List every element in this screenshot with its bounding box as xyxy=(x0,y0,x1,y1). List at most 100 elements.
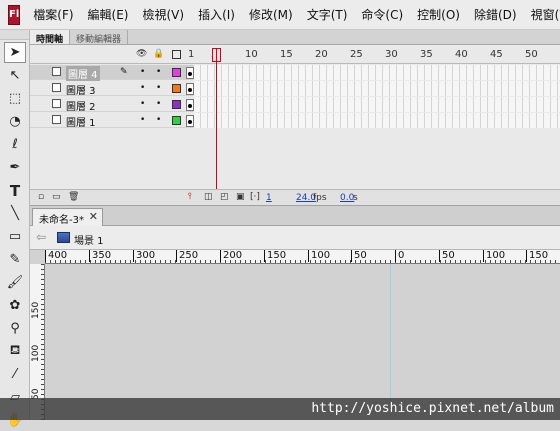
new-folder-icon[interactable]: ▭ xyxy=(52,192,61,202)
ruler-label: 350 xyxy=(89,250,111,262)
paint-bucket-tool-icon[interactable]: ⛾ xyxy=(4,341,26,362)
document-tabs: 未命名-3* ✕ xyxy=(30,205,560,226)
ruler-label: 0 xyxy=(395,250,404,262)
new-layer-icon[interactable]: ▫ xyxy=(38,192,44,202)
menu-modify[interactable]: 修改(M) xyxy=(242,6,300,23)
rectangle-tool-icon[interactable]: ▭ xyxy=(4,226,26,247)
ruler-label: 150 xyxy=(31,301,41,319)
layer-name[interactable]: 圖層 1 xyxy=(66,114,96,129)
current-frame-value[interactable]: 1 xyxy=(266,193,272,203)
tab-motion-editor[interactable]: 移動編輯器 xyxy=(70,30,129,45)
onion-skin-icon[interactable]: ◫ xyxy=(204,192,213,202)
frame-number: 45 xyxy=(490,49,503,60)
menu-text[interactable]: 文字(T) xyxy=(300,6,355,23)
visibility-dot[interactable]: • xyxy=(140,115,145,125)
visibility-dot[interactable]: • xyxy=(140,83,145,93)
scene-label[interactable]: 場景 1 xyxy=(74,232,104,247)
panel-grip[interactable] xyxy=(0,30,29,40)
layer-row[interactable]: 圖層 2 • • xyxy=(30,97,560,113)
eye-icon[interactable]: 👁 xyxy=(136,49,147,59)
menu-insert[interactable]: 插入(I) xyxy=(191,6,242,23)
outline-color-swatch[interactable] xyxy=(172,68,181,77)
brush-tool-icon[interactable]: 🖌 xyxy=(4,272,26,293)
keyframe[interactable] xyxy=(186,83,194,95)
free-transform-tool-icon[interactable]: ⬚ xyxy=(4,88,26,109)
outline-icon[interactable] xyxy=(172,50,181,59)
lock-dot[interactable]: • xyxy=(156,115,161,125)
guide-line[interactable] xyxy=(390,264,391,420)
watermark-url: http://yoshice.pixnet.net/album xyxy=(0,398,560,420)
subselection-tool-icon[interactable]: ↖ xyxy=(4,65,26,86)
lock-icon[interactable]: 🔒 xyxy=(153,49,164,59)
layer-row[interactable]: 圖層 4 ✎ • • xyxy=(30,65,560,81)
visibility-dot[interactable]: • xyxy=(140,67,145,77)
selection-tool-icon[interactable]: ➤ xyxy=(4,42,26,63)
deco-tool-icon[interactable]: ✿ xyxy=(4,295,26,316)
playhead[interactable] xyxy=(216,49,217,199)
menu-window[interactable]: 視窗(W xyxy=(524,6,560,23)
layer-name[interactable]: 圖層 2 xyxy=(66,98,96,113)
layer-name[interactable]: 圖層 3 xyxy=(66,82,96,97)
frame-number: 50 xyxy=(525,49,538,60)
menu-control[interactable]: 控制(O) xyxy=(410,6,467,23)
frame-number: 15 xyxy=(280,49,293,60)
keyframe[interactable] xyxy=(186,115,194,127)
frame-ruler[interactable]: 1 5 10 15 20 25 30 35 40 45 50 xyxy=(186,45,560,64)
onion-outline-icon[interactable]: ◰ xyxy=(220,192,229,202)
trash-icon[interactable]: 🗑 xyxy=(68,192,79,202)
back-arrow-icon[interactable]: ⇦ xyxy=(36,230,46,244)
3d-rotation-tool-icon[interactable]: ◔ xyxy=(4,111,26,132)
eyedropper-tool-icon[interactable]: ⁄ xyxy=(4,364,26,385)
frame-cells[interactable] xyxy=(194,113,560,128)
document-tab[interactable]: 未命名-3* ✕ xyxy=(32,208,103,226)
pencil-tool-icon[interactable]: ✎ xyxy=(4,249,26,270)
lock-dot[interactable]: • xyxy=(156,67,161,77)
edit-bar: ⇦ 場景 1 xyxy=(30,226,560,250)
bone-tool-icon[interactable]: ⚲ xyxy=(4,318,26,339)
document-tab-label: 未命名-3* xyxy=(39,215,84,226)
frame-number: 35 xyxy=(420,49,433,60)
edit-multiple-frames-icon[interactable]: ▣ xyxy=(236,192,245,202)
menu-view[interactable]: 檢視(V) xyxy=(136,6,192,23)
visibility-dot[interactable]: • xyxy=(140,99,145,109)
center-frame-icon[interactable]: ⫯ xyxy=(188,192,192,202)
lock-dot[interactable]: • xyxy=(156,83,161,93)
keyframe[interactable] xyxy=(186,67,194,79)
fps-unit: fps xyxy=(313,193,327,203)
outline-color-swatch[interactable] xyxy=(172,100,181,109)
frame-number: 20 xyxy=(315,49,328,60)
layer-row[interactable]: 圖層 3 • • xyxy=(30,81,560,97)
menu-commands[interactable]: 命令(C) xyxy=(354,6,410,23)
ruler-label: 150 xyxy=(264,250,286,262)
frame-cells[interactable] xyxy=(194,65,560,80)
menu-debug[interactable]: 除錯(D) xyxy=(467,6,524,23)
lasso-tool-icon[interactable]: ℓ xyxy=(4,134,26,155)
frame-cells[interactable] xyxy=(194,97,560,112)
timeline-footer: ▫ ▭ 🗑 ⫯ ◫ ◰ ▣ [·] 1 24.0 fps 0.0 s xyxy=(30,189,560,205)
lock-dot[interactable]: • xyxy=(156,99,161,109)
modify-markers-icon[interactable]: [·] xyxy=(250,192,260,202)
stage-area[interactable]: 400 350 300 250 200 150 100 50 0 50 100 … xyxy=(30,250,560,420)
timeline-panel: 👁 🔒 1 5 10 15 20 25 30 35 40 45 50 圖層 4 … xyxy=(30,45,560,205)
pen-tool-icon[interactable]: ✒ xyxy=(4,157,26,178)
keyframe[interactable] xyxy=(186,99,194,111)
text-tool-icon[interactable]: T xyxy=(4,180,26,201)
layer-name[interactable]: 圖層 4 xyxy=(66,66,100,81)
flash-logo: Fl xyxy=(8,4,21,25)
ruler-label: 300 xyxy=(133,250,155,262)
tab-timeline[interactable]: 時間軸 xyxy=(30,30,71,45)
menu-file[interactable]: 檔案(F) xyxy=(26,6,80,23)
frame-number: 30 xyxy=(385,49,398,60)
ruler-label: 200 xyxy=(220,250,242,262)
outline-color-swatch[interactable] xyxy=(172,84,181,93)
ruler-label: 100 xyxy=(31,344,41,362)
close-icon[interactable]: ✕ xyxy=(89,210,98,223)
vertical-ruler: 150 100 50 xyxy=(30,264,45,420)
line-tool-icon[interactable]: ╲ xyxy=(4,203,26,224)
layer-icon xyxy=(52,67,61,76)
layer-row[interactable]: 圖層 1 • • xyxy=(30,113,560,129)
frame-cells[interactable] xyxy=(194,81,560,96)
outline-color-swatch[interactable] xyxy=(172,116,181,125)
menu-edit[interactable]: 編輯(E) xyxy=(81,6,136,23)
layer-icon xyxy=(52,83,61,92)
